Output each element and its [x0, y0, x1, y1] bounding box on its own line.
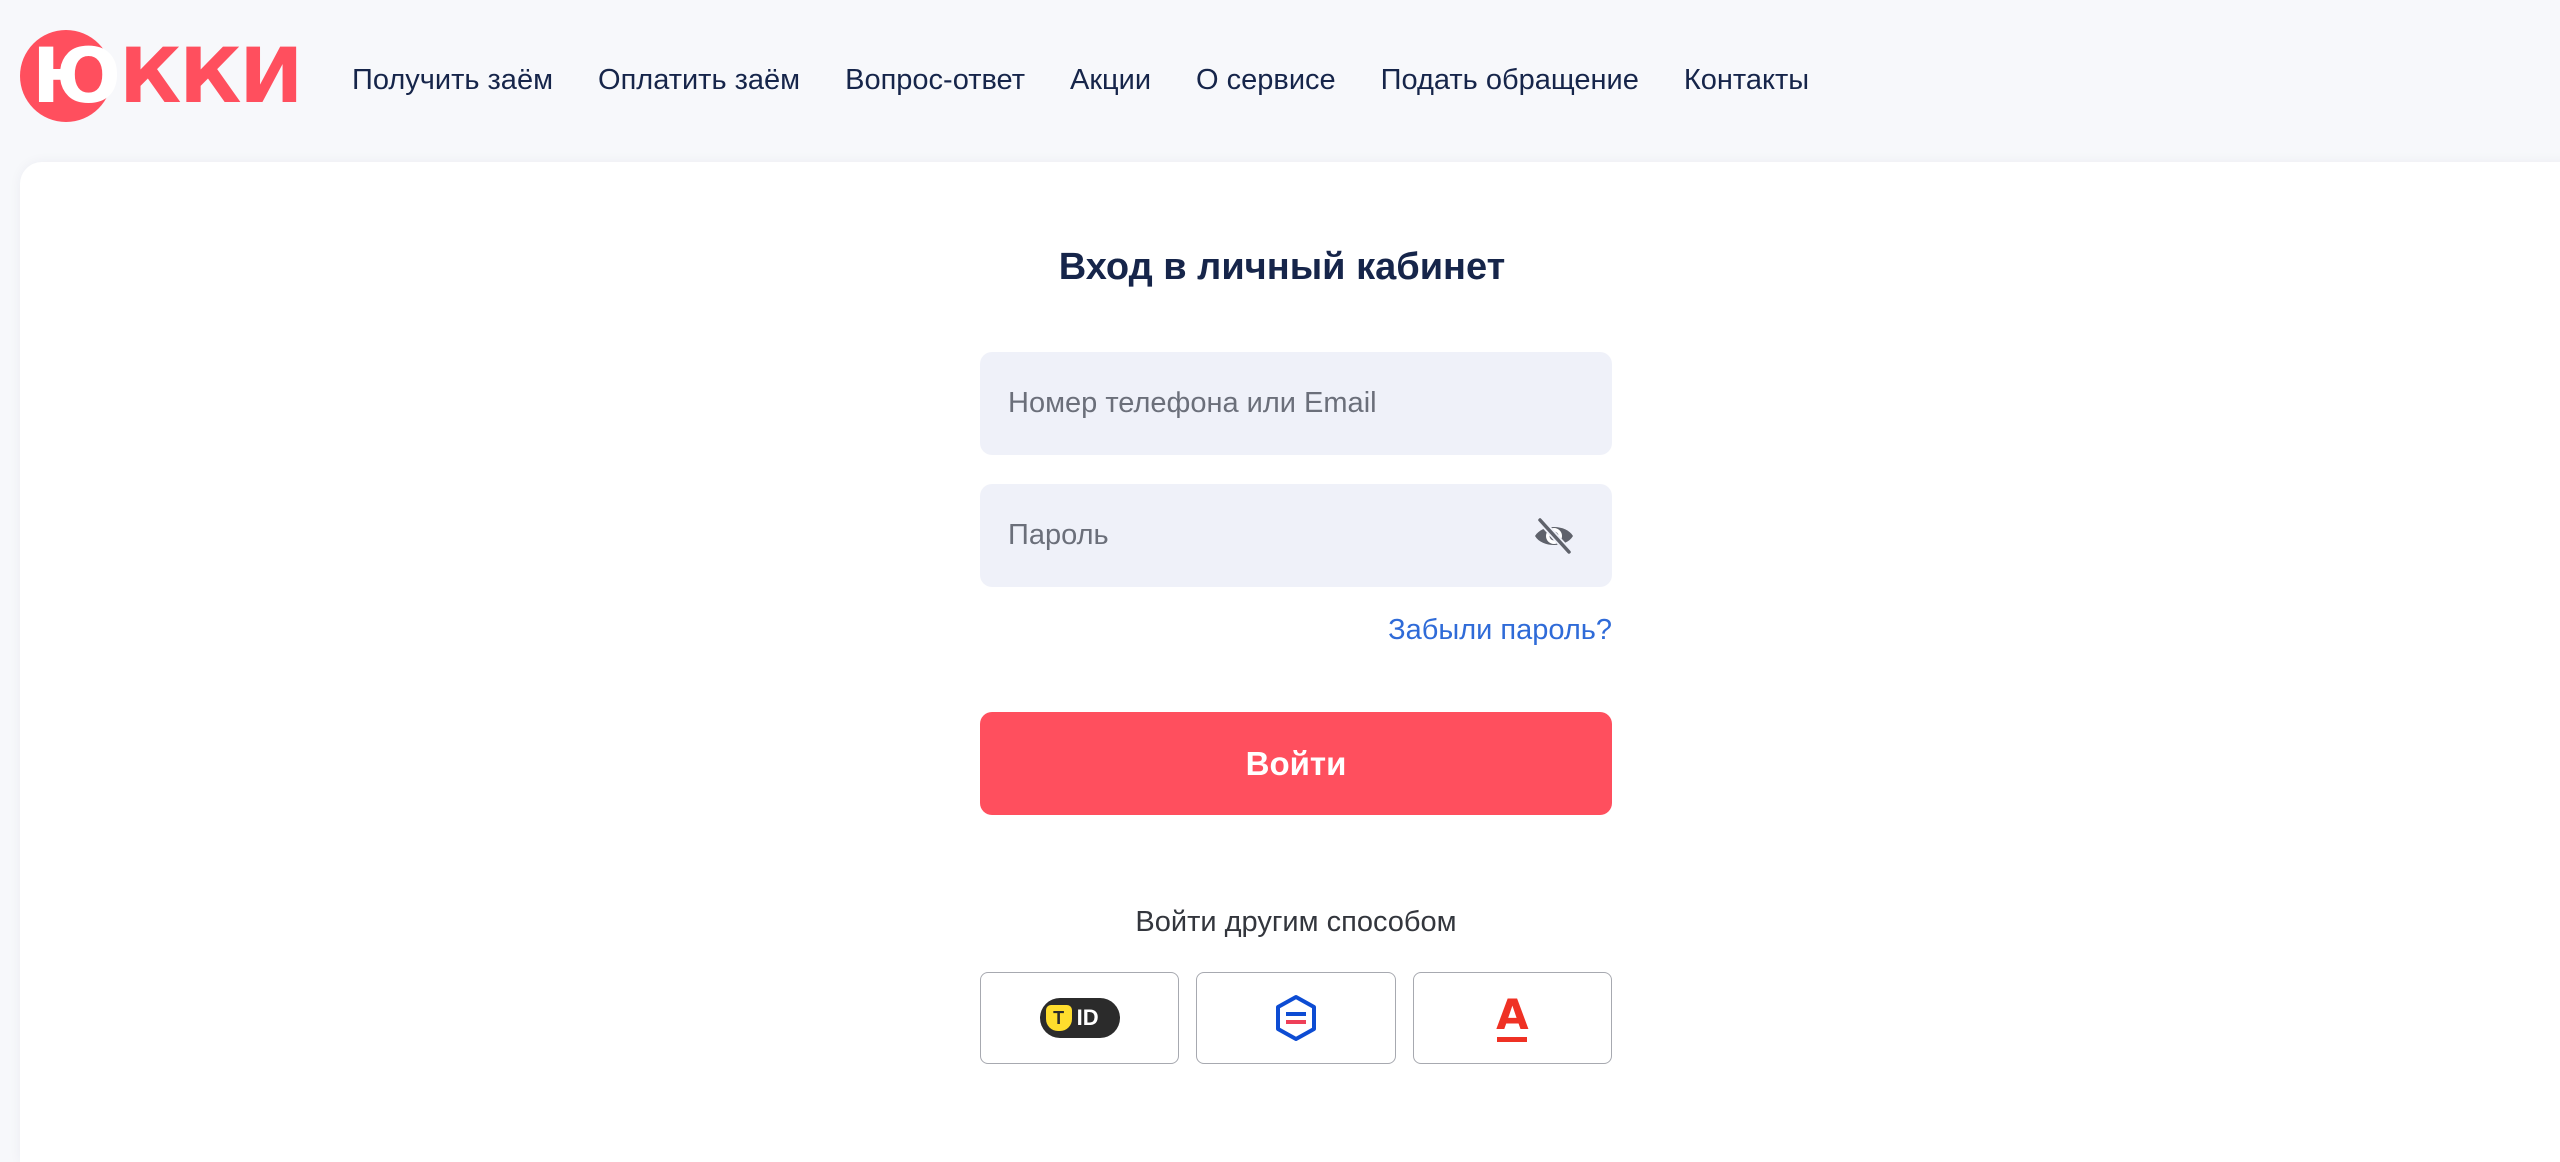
nav-about[interactable]: О сервисе: [1196, 56, 1336, 104]
gosuslugi-icon: [1275, 995, 1316, 1041]
alfa-bank-icon: А: [1496, 989, 1529, 1042]
nav-faq[interactable]: Вопрос-ответ: [845, 56, 1025, 104]
logo-first-letter: Ю: [32, 31, 121, 120]
nav-promotions[interactable]: Акции: [1070, 56, 1151, 104]
brand-logo[interactable]: Ю кки: [20, 30, 303, 122]
nav-pay-loan[interactable]: Оплатить заём: [598, 56, 800, 104]
tbank-id-text: ID: [1076, 1005, 1099, 1030]
gosuslugi-button[interactable]: [1196, 972, 1396, 1064]
tbank-id-icon: T ID: [1039, 998, 1120, 1038]
nav-submit-request[interactable]: Подать обращение: [1381, 56, 1639, 104]
forgot-password-link[interactable]: Забыли пароль?: [980, 614, 1612, 647]
logo-wordmark: Ю кки: [32, 31, 303, 120]
login-field: [980, 352, 1612, 455]
nav-get-loan[interactable]: Получить заём: [352, 56, 553, 104]
page-title: Вход в личный кабинет: [1058, 246, 1506, 288]
tbank-id-button[interactable]: T ID: [980, 972, 1180, 1064]
alt-login-methods: T ID А: [980, 972, 1612, 1064]
password-field: [980, 484, 1612, 587]
site-header: Ю кки Получить заём Оплатить заём Вопрос…: [0, 0, 2560, 160]
alfa-bank-button[interactable]: А: [1412, 972, 1612, 1064]
main-nav: Получить заём Оплатить заём Вопрос-ответ…: [352, 56, 1809, 104]
eye-off-icon[interactable]: [1532, 516, 1576, 556]
login-input[interactable]: [980, 352, 1612, 455]
logo-rest: кки: [119, 31, 303, 120]
nav-contacts[interactable]: Контакты: [1684, 56, 1809, 104]
alt-login-label: Войти другим способом: [1135, 906, 1457, 938]
alfa-letter: А: [1496, 989, 1529, 1039]
login-card: Вход в личный кабинет Забыли пароль? Вой…: [20, 162, 2560, 1162]
password-input[interactable]: [980, 484, 1612, 587]
login-button[interactable]: Войти: [980, 712, 1612, 815]
tbank-shield: T: [1045, 1005, 1072, 1031]
